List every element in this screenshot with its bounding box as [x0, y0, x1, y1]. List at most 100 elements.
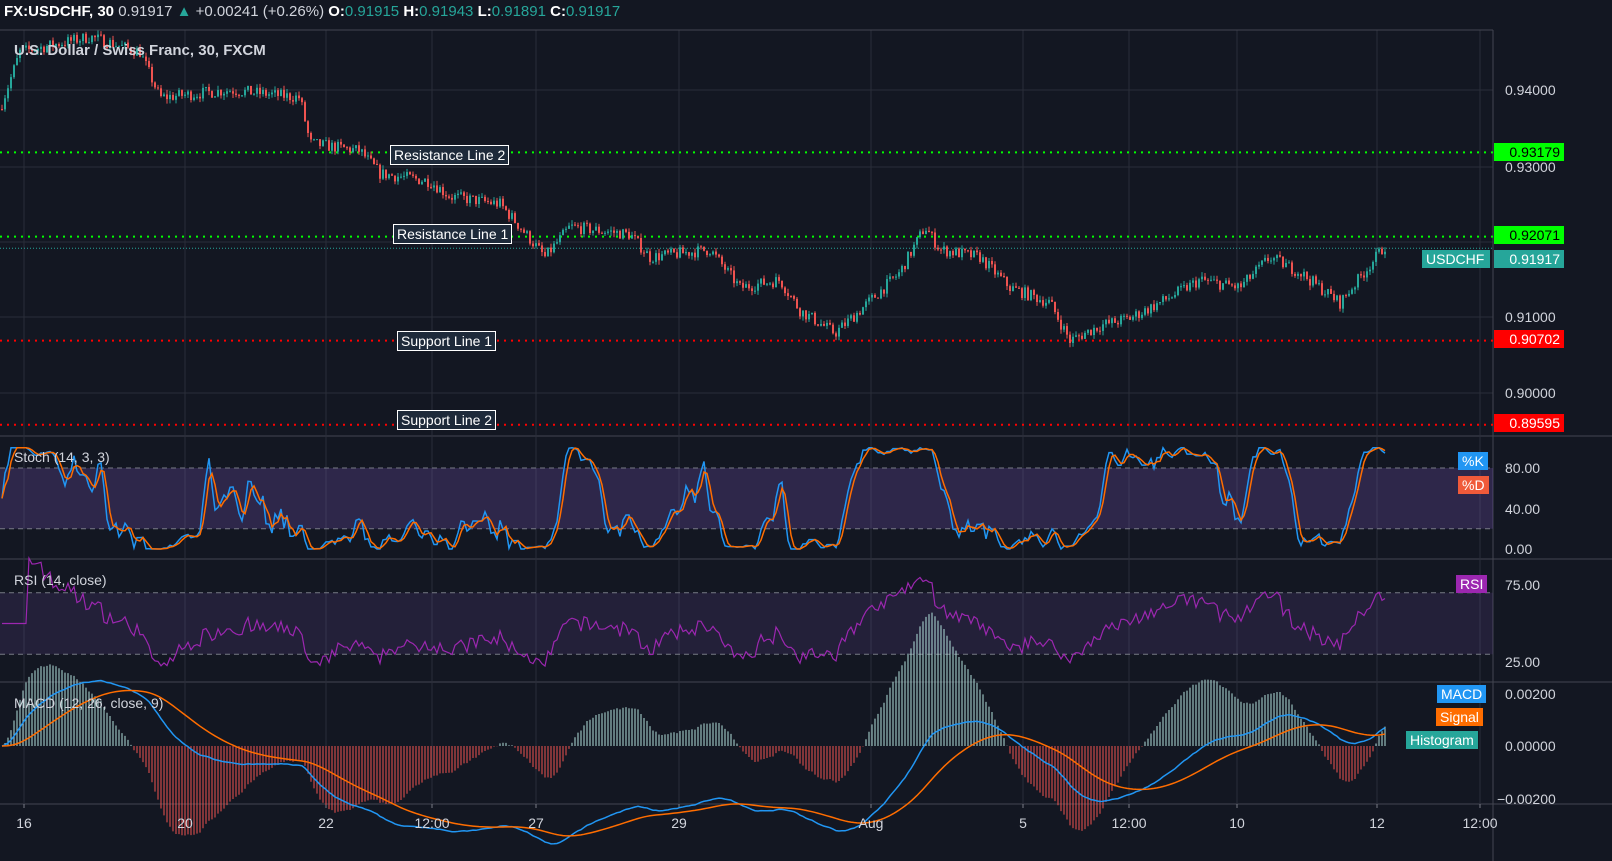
candle [1297, 273, 1299, 276]
candle [1267, 257, 1269, 261]
candle [985, 257, 987, 269]
candle [1120, 315, 1122, 325]
candle [1012, 286, 1014, 292]
candle [445, 195, 447, 197]
chart-title: U.S. Dollar / Swiss Franc, 30, FXCM [14, 42, 266, 59]
candle [745, 284, 747, 288]
candle [1129, 316, 1131, 320]
candle [1321, 283, 1323, 295]
candle [391, 174, 393, 176]
candle [1141, 314, 1143, 318]
candle [634, 235, 636, 237]
candle [679, 247, 681, 258]
candle [817, 324, 819, 326]
candle [331, 142, 333, 151]
candle [883, 289, 885, 294]
resistance-line-2-label[interactable]: Resistance Line 2 [390, 145, 510, 165]
candle [1345, 295, 1347, 297]
candle [247, 85, 249, 90]
candle [274, 90, 276, 93]
candle [286, 93, 288, 98]
candle [841, 322, 843, 328]
candle [400, 176, 402, 178]
candle [763, 278, 765, 285]
stoch-tick: 80.00 [1505, 460, 1541, 476]
resistance-line-1-label[interactable]: Resistance Line 1 [393, 224, 513, 244]
candle [433, 185, 435, 188]
resistance-2-price-tag: 0.93179 [1494, 143, 1564, 161]
candle [337, 141, 339, 152]
candle [958, 248, 960, 258]
candle [1099, 330, 1101, 332]
candle [226, 91, 228, 94]
candle [1333, 293, 1335, 301]
candle [373, 158, 375, 165]
candle [793, 296, 795, 299]
candle [802, 310, 804, 317]
candle [1171, 297, 1173, 299]
candle [928, 230, 930, 233]
candle [922, 231, 924, 235]
candle [301, 98, 303, 103]
candle [457, 193, 459, 195]
candle [277, 90, 279, 96]
candle [544, 252, 546, 257]
price-tick: 0.94000 [1505, 82, 1556, 98]
candle [1315, 276, 1317, 284]
candle [1003, 276, 1005, 278]
time-tick: 29 [671, 815, 687, 831]
candle [826, 322, 828, 326]
candle [643, 252, 645, 254]
candle [805, 310, 807, 320]
candle [169, 94, 171, 100]
candle [1084, 332, 1086, 339]
time-tick: 12:00 [1111, 815, 1147, 831]
candle [580, 226, 582, 234]
candle [772, 283, 774, 288]
candle [292, 100, 294, 102]
candle [949, 251, 951, 257]
candle [604, 232, 606, 234]
candle [1051, 299, 1053, 302]
candle [460, 192, 462, 194]
candle [442, 187, 444, 196]
candle [748, 284, 750, 289]
candle [475, 195, 477, 205]
chart-canvas[interactable] [0, 0, 1612, 861]
candle [1045, 302, 1047, 306]
support-line-1-label[interactable]: Support Line 1 [397, 331, 497, 351]
support-line-2-label[interactable]: Support Line 2 [397, 410, 497, 430]
candle [661, 254, 663, 261]
candle [547, 247, 549, 257]
candle [1066, 326, 1068, 335]
candle [1183, 285, 1185, 287]
candle [568, 225, 570, 229]
candle [832, 324, 834, 334]
symbol-tag: USDCHF [1422, 250, 1490, 268]
candle [493, 200, 495, 205]
candle [1135, 311, 1137, 317]
candle [1207, 279, 1209, 281]
candle [313, 139, 315, 141]
candle [1348, 293, 1350, 296]
candle [1216, 279, 1218, 281]
candle [1021, 288, 1023, 298]
price-tick: 0.90000 [1505, 385, 1556, 401]
candle [4, 98, 6, 110]
histogram-tag: Histogram [1406, 731, 1478, 749]
candle [1312, 276, 1314, 286]
time-tick: 10 [1229, 815, 1245, 831]
candle [1222, 283, 1224, 290]
candle [1303, 271, 1305, 277]
candle [715, 251, 717, 255]
candle [412, 174, 414, 176]
candle [238, 94, 240, 96]
candle [364, 149, 366, 157]
candle [163, 94, 165, 97]
candle [265, 89, 267, 96]
candle [1123, 315, 1125, 317]
candle [205, 87, 207, 89]
candle [1189, 282, 1191, 291]
candle [1366, 271, 1368, 278]
candle [1078, 335, 1080, 337]
